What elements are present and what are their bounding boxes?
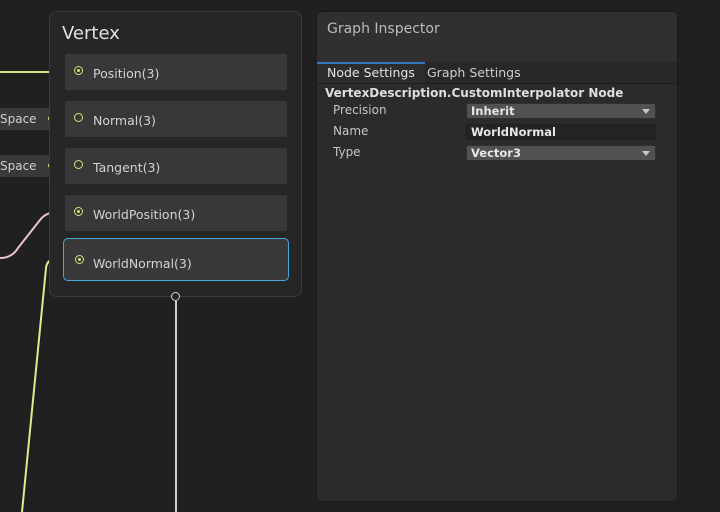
tab-graph-settings[interactable]: Graph Settings (417, 62, 531, 83)
chevron-down-icon (642, 109, 650, 114)
chevron-down-icon (642, 151, 650, 156)
block-label: Position(3) (93, 66, 160, 81)
block-label: WorldNormal(3) (93, 256, 192, 271)
block-label: Tangent(3) (93, 160, 161, 175)
name-input[interactable]: WorldNormal (466, 124, 656, 140)
block-position[interactable]: Position(3) (65, 54, 287, 90)
inspector-title: Graph Inspector (327, 21, 440, 37)
block-worldposition[interactable]: WorldPosition(3) (65, 195, 287, 231)
name-label: Name (333, 124, 369, 138)
space-port-label: Space (0, 159, 37, 173)
input-port-icon[interactable] (74, 207, 83, 216)
block-normal[interactable]: Normal(3) (65, 101, 287, 137)
graph-inspector: Graph Inspector Node Settings Graph Sett… (316, 11, 678, 502)
node-heading: VertexDescription.CustomInterpolator Nod… (325, 86, 624, 100)
precision-value: Inherit (471, 104, 515, 118)
tab-node-settings[interactable]: Node Settings (317, 62, 425, 83)
type-label: Type (333, 145, 361, 159)
input-port-icon[interactable] (75, 255, 84, 264)
block-tangent[interactable]: Tangent(3) (65, 148, 287, 184)
input-port-icon[interactable] (74, 113, 83, 122)
space-port-label: Space (0, 112, 37, 126)
block-worldnormal[interactable]: WorldNormal(3) (63, 238, 289, 281)
input-port-icon[interactable] (74, 160, 83, 169)
vertex-output-port-icon[interactable] (171, 292, 180, 301)
inspector-tabs: Node Settings Graph Settings (317, 62, 677, 84)
type-value: Vector3 (471, 146, 521, 160)
block-label: WorldPosition(3) (93, 207, 196, 222)
type-dropdown[interactable]: Vector3 (466, 145, 656, 161)
vertex-node-title: Vertex (62, 23, 120, 44)
vertex-context-node[interactable]: Vertex Position(3) Normal(3) Tangent(3) … (49, 11, 302, 297)
name-value: WorldNormal (471, 125, 556, 139)
inspector-header[interactable]: Graph Inspector (317, 12, 677, 62)
precision-dropdown[interactable]: Inherit (466, 103, 656, 119)
block-label: Normal(3) (93, 113, 156, 128)
precision-label: Precision (333, 103, 387, 117)
input-port-icon[interactable] (74, 66, 83, 75)
